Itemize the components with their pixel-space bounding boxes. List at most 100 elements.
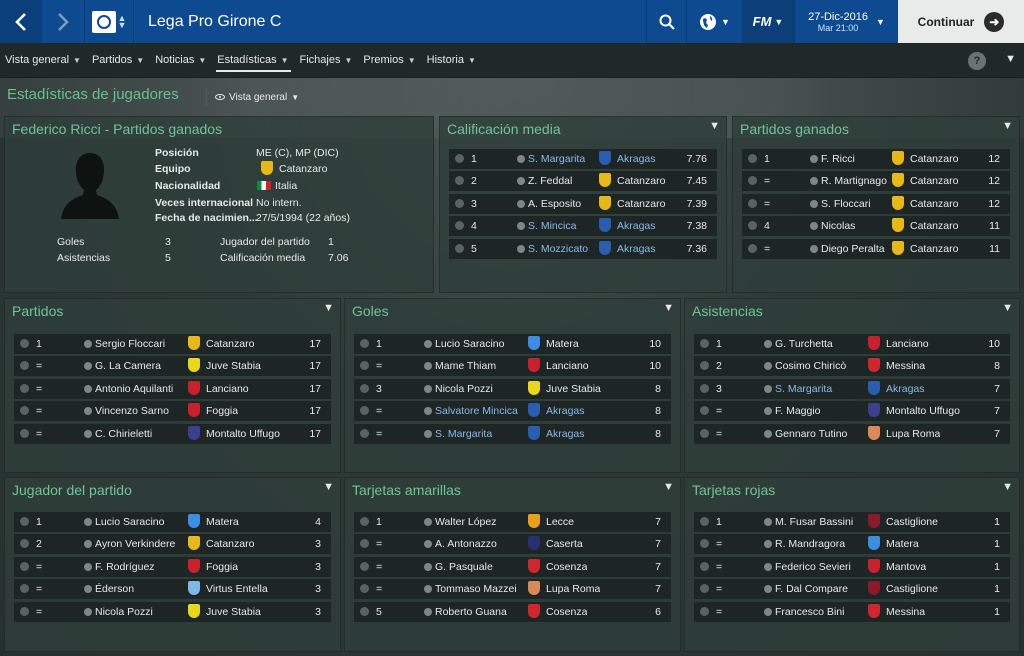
table-row[interactable]: = Tommaso Mazzei Lupa Roma 7	[354, 579, 671, 600]
select-row-icon[interactable]	[748, 198, 757, 208]
date-display[interactable]: 27-Dic-2016 Mar 21:00 ▼	[794, 0, 898, 43]
team-link[interactable]: Matera	[868, 534, 919, 554]
table-row[interactable]: = F. Maggio Montalto Uffugo 7	[694, 401, 1010, 422]
select-row-icon[interactable]	[455, 176, 464, 186]
chevron-down-icon[interactable]: ▼	[1005, 53, 1016, 65]
info-icon[interactable]	[517, 155, 525, 163]
chevron-down-icon[interactable]: ▼	[1002, 120, 1013, 132]
select-row-icon[interactable]	[20, 517, 29, 526]
select-row-icon[interactable]	[20, 584, 29, 594]
select-row-icon[interactable]	[360, 584, 369, 594]
select-row-icon[interactable]	[360, 339, 369, 348]
help-icon[interactable]: ?	[968, 52, 986, 70]
panel-title[interactable]: Partidos ganados	[740, 121, 849, 137]
select-row-icon[interactable]	[455, 198, 464, 208]
select-row-icon[interactable]	[700, 584, 709, 594]
team-link[interactable]: Catanzaro	[599, 194, 665, 214]
team-link[interactable]: Virtus Entella	[188, 579, 268, 599]
team-link[interactable]: Messina	[868, 602, 925, 622]
player-link[interactable]: F. Ricci	[810, 149, 888, 169]
table-row[interactable]: 3 Nicola Pozzi Juve Stabia 8	[354, 378, 671, 399]
team-link[interactable]: Juve Stabia	[188, 356, 261, 376]
player-link[interactable]: F. Maggio	[764, 401, 864, 421]
team-link[interactable]: Juve Stabia	[528, 379, 601, 399]
chevron-down-icon[interactable]: ▼	[1002, 481, 1013, 493]
info-icon[interactable]	[810, 199, 818, 208]
player-link[interactable]: Roberto Guana	[424, 602, 524, 622]
chevron-down-icon[interactable]: ▼	[1002, 302, 1013, 314]
select-row-icon[interactable]	[360, 428, 369, 438]
player-link[interactable]: A. Antonazzo	[424, 534, 524, 554]
chevron-down-icon[interactable]: ▼	[663, 302, 674, 314]
table-row[interactable]: = F. Dal Compare Castiglione 1	[694, 579, 1010, 600]
team-link[interactable]: Messina	[868, 356, 925, 376]
table-row[interactable]: = R. Martignago Catanzaro 12	[742, 171, 1010, 192]
player-link[interactable]: Antonio Aquilanti	[84, 379, 184, 399]
menu-historia[interactable]: Historia ▼	[422, 43, 482, 78]
table-row[interactable]: = Nicola Pozzi Juve Stabia 3	[14, 601, 331, 622]
info-icon[interactable]	[764, 607, 772, 616]
info-icon[interactable]	[517, 222, 525, 231]
select-row-icon[interactable]	[700, 339, 709, 348]
table-row[interactable]: 5 S. Mozzicato Akragas 7.36	[449, 238, 717, 259]
select-row-icon[interactable]	[700, 517, 709, 526]
team-link[interactable]: Lanciano	[528, 356, 589, 376]
info-icon[interactable]	[84, 540, 92, 549]
select-row-icon[interactable]	[360, 383, 369, 393]
info-icon[interactable]	[84, 607, 92, 616]
team-link[interactable]: Catanzaro	[892, 239, 958, 259]
select-row-icon[interactable]	[455, 221, 464, 231]
team-link[interactable]: Akragas	[528, 424, 585, 444]
player-link[interactable]: S. Floccari	[810, 194, 888, 214]
select-row-icon[interactable]	[360, 406, 369, 416]
info-icon[interactable]	[424, 429, 432, 438]
team-link[interactable]: Caserta	[528, 534, 583, 554]
player-link[interactable]: S. Margarita	[764, 379, 864, 399]
player-link[interactable]: Mame Thiam	[424, 356, 524, 376]
team-link[interactable]: Catanzaro	[188, 334, 254, 354]
table-row[interactable]: = Francesco Bini Messina 1	[694, 601, 1010, 622]
panel-title[interactable]: Tarjetas rojas	[692, 482, 775, 498]
select-row-icon[interactable]	[360, 361, 369, 371]
table-row[interactable]: 4 S. Mincica Akragas 7.38	[449, 216, 717, 237]
select-row-icon[interactable]	[20, 361, 29, 371]
team-link[interactable]: Matera	[188, 512, 239, 532]
table-row[interactable]: = Diego Peralta Catanzaro 11	[742, 238, 1010, 259]
panel-title[interactable]: Calificación media	[447, 121, 561, 137]
menu-vista-general[interactable]: Vista general ▼	[0, 43, 87, 78]
select-row-icon[interactable]	[20, 406, 29, 416]
panel-title[interactable]: Partidos	[12, 303, 63, 319]
info-icon[interactable]	[424, 562, 432, 571]
info-icon[interactable]	[764, 585, 772, 594]
select-row-icon[interactable]	[20, 383, 29, 393]
table-row[interactable]: 1 F. Ricci Catanzaro 12	[742, 149, 1010, 169]
table-row[interactable]: = C. Chirieletti Montalto Uffugo 17	[14, 423, 331, 444]
player-link[interactable]: C. Chirieletti	[84, 424, 184, 444]
player-link[interactable]: Sergio Floccari	[84, 334, 184, 354]
chevron-down-icon[interactable]: ▼	[709, 120, 720, 132]
select-row-icon[interactable]	[360, 606, 369, 616]
info-icon[interactable]	[764, 540, 772, 549]
player-link[interactable]: Salvatore Mincica	[424, 401, 524, 421]
info-icon[interactable]	[424, 362, 432, 371]
player-link[interactable]: Nicola Pozzi	[424, 379, 524, 399]
info-icon[interactable]	[517, 244, 525, 253]
chevron-down-icon[interactable]: ▼	[323, 481, 334, 493]
team-link[interactable]: Mantova	[868, 557, 926, 577]
search-button[interactable]	[646, 0, 686, 43]
player-link[interactable]: Cosimo Chiricò	[764, 356, 864, 376]
panel-title[interactable]: Jugador del partido	[12, 482, 132, 498]
info-icon[interactable]	[764, 340, 772, 348]
team-link[interactable]: Akragas	[599, 216, 656, 236]
table-row[interactable]: 1 S. Margarita Akragas 7.76	[449, 149, 717, 169]
team-link[interactable]: Lanciano	[868, 334, 929, 354]
select-row-icon[interactable]	[748, 243, 757, 253]
table-row[interactable]: 1 M. Fusar Bassini Castiglione 1	[694, 512, 1010, 532]
menu-noticias[interactable]: Noticias ▼	[150, 43, 212, 78]
fm-menu-button[interactable]: FM ▼	[742, 0, 794, 43]
forward-button[interactable]	[42, 0, 84, 43]
table-row[interactable]: 2 Cosimo Chiricò Messina 8	[694, 356, 1010, 377]
table-row[interactable]: = F. Rodríguez Foggia 3	[14, 556, 331, 577]
player-link[interactable]: R. Martignago	[810, 171, 888, 191]
table-row[interactable]: 4 Nicolas Catanzaro 11	[742, 216, 1010, 237]
